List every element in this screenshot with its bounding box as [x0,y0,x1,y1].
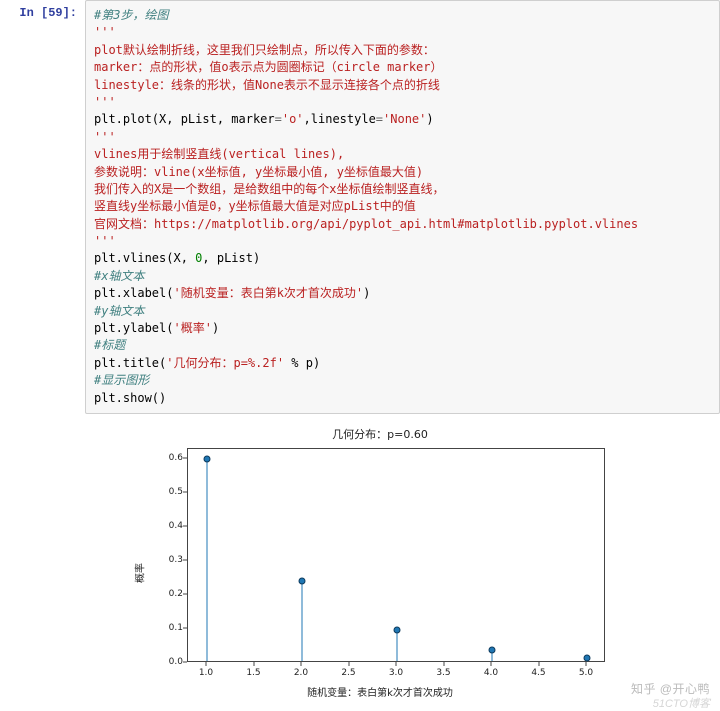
stem-line [302,579,303,661]
ytick-label: 0.5 [169,487,183,497]
watermark-text-2: 51CTO博客 [653,695,710,711]
xtick-label: 1.0 [199,668,213,678]
ytick-label: 0.0 [169,657,183,667]
xtick-mark [443,662,444,666]
ytick-mark [183,661,187,662]
ytick-label: 0.2 [169,589,183,599]
plot-frame [187,448,605,662]
stem-line [207,457,208,661]
xtick-label: 4.5 [531,668,545,678]
ytick-mark [183,526,187,527]
ytick-label: 0.1 [169,623,183,633]
xtick-mark [396,662,397,666]
chart-xlabel: 随机变量：表白第k次才首次成功 [145,684,615,699]
xtick-mark [301,662,302,666]
code-input-area[interactable]: #第3步，绘图 ''' plot默认绘制折线，这里我们只绘制点，所以传入下面的参… [85,0,720,414]
input-prompt: In [59]: [0,0,85,414]
stem-marker [299,578,306,585]
stem-marker [489,646,496,653]
watermark-text: 知乎 @开心鸭 [631,680,710,697]
xtick-label: 4.0 [484,668,498,678]
chart: 几何分布：p=0.60 概率 0.00.10.20.30.40.50.61.01… [145,426,615,699]
ytick-mark [183,560,187,561]
xtick-label: 2.5 [341,668,355,678]
ytick-label: 0.4 [169,521,183,531]
output-cell: 几何分布：p=0.60 概率 0.0 0.1 0.2 0.3 0.4 0.5 0.6 1.0 1… [0,414,720,699]
stem-marker [584,654,591,661]
xtick-mark [206,662,207,666]
xtick-label: 3.0 [389,668,403,678]
xtick-mark [538,662,539,666]
xtick-mark [348,662,349,666]
xtick-label: 2.0 [294,668,308,678]
xtick-label: 3.5 [436,668,450,678]
xtick-mark [253,662,254,666]
ytick-mark [183,594,187,595]
ytick-label: 0.6 [169,453,183,463]
ytick-mark [183,458,187,459]
chart-ylabel: 概率 [132,563,147,583]
input-cell: In [59]: #第3步，绘图 ''' plot默认绘制折线，这里我们只绘制点… [0,0,720,414]
output-area: 几何分布：p=0.60 概率 0.0 0.1 0.2 0.3 0.4 0.5 0.6 1.0 1… [85,414,720,699]
ytick-label: 0.3 [169,555,183,565]
chart-body: 概率 0.00.10.20.30.40.50.61.01.52.02.53.03… [145,444,615,682]
chart-title: 几何分布：p=0.60 [145,426,615,442]
output-prompt [0,414,85,699]
stem-marker [394,627,401,634]
xtick-mark [586,662,587,666]
xtick-label: 1.5 [246,668,260,678]
ytick-mark [183,492,187,493]
ytick-mark [183,628,187,629]
stem-marker [204,456,211,463]
xtick-mark [491,662,492,666]
xtick-label: 5.0 [579,668,593,678]
